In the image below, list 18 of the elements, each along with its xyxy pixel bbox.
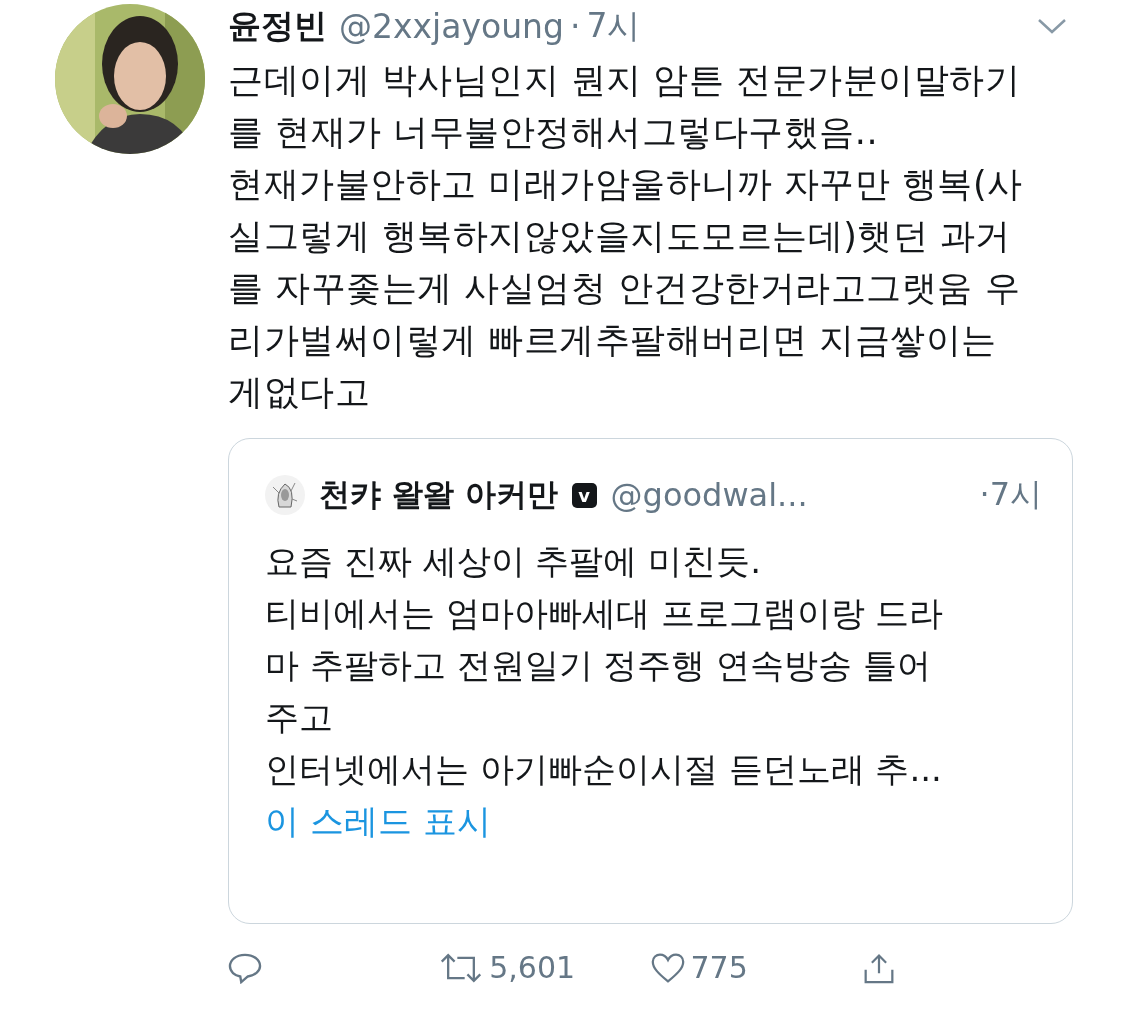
quoted-author-name: 천캬 왈왈 아커만 bbox=[319, 475, 558, 514]
heart-icon[interactable] bbox=[650, 951, 685, 984]
action-count: 5,601 bbox=[489, 950, 576, 985]
tweet-text: 근데이게 박사님인지 뭔지 암튼 전문가분이말하기 를 현재가 너무불안정해서그렇다구했음.. 현재가불안하고 미래가암울하니까 자꾸만 행복(사 실그렇게 행복하지않았을지도모르는데)햇던 과거 를 자꾸좇는게 사실엄청 안건강한거라고그랫움 우 리가벌써이렇게 빠르게추팔해버리면 지금쌓이는 게없다고 bbox=[228, 59, 1024, 414]
author-name[interactable]: 윤정빈 bbox=[228, 3, 327, 49]
show-thread-link[interactable]: 이 스레드 표시 bbox=[265, 799, 491, 845]
quoted-tweet-text: 요즘 진짜 세상이 추팔에 미친듯. 티비에서는 엄마아빠세대 프로그램이랑 드라 마 추팔하고 전원일기 정주행 연속방송 틀어 주고 인터넷에서는 아기빠순이시절 듣던노래 추... bbox=[265, 540, 945, 791]
quoted-tweet-card[interactable]: 천캬 왈왈 아커만 v @goodwal... ·7시 요즘 진짜 세상이 추팔에 미친듯. 티비에서는 엄마아빠세대 프로그램이랑 드라 마 추팔하고 전원일기 정주행 연속방송 틀어 주고 인터넷에서는 아기빠순이시절 듣던노래 추... 이 스레드 표시 bbox=[228, 438, 1073, 924]
retweet-icon[interactable] bbox=[439, 951, 484, 984]
reply-icon[interactable] bbox=[228, 951, 262, 984]
separator-dot: · bbox=[569, 6, 581, 46]
verified-badge: v bbox=[571, 482, 597, 508]
author-handle[interactable]: @2xxjayoung bbox=[339, 6, 564, 46]
quoted-handle: @goodwal... bbox=[610, 476, 808, 514]
chevron-down-icon[interactable] bbox=[1037, 17, 1067, 35]
quoted-time: ·7시 bbox=[979, 474, 1042, 515]
tweet-time[interactable]: 7시 bbox=[586, 3, 641, 49]
action-count: 775 bbox=[690, 950, 748, 985]
